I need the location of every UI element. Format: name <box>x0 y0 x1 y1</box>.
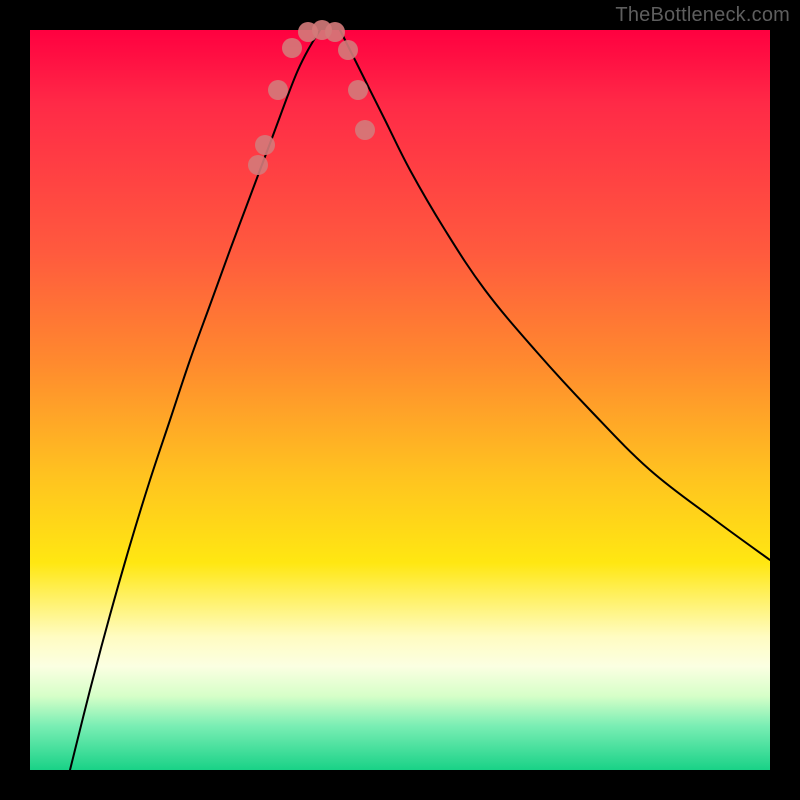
marker-markers <box>325 22 345 42</box>
plot-area <box>30 30 770 770</box>
marker-markers <box>255 135 275 155</box>
marker-markers <box>348 80 368 100</box>
curve-right_curve <box>340 30 770 560</box>
watermark-text: TheBottleneck.com <box>615 4 790 27</box>
chart-svg <box>30 30 770 770</box>
curve-left_curve <box>70 30 320 770</box>
chart-frame: TheBottleneck.com <box>0 0 800 800</box>
marker-markers <box>355 120 375 140</box>
marker-markers <box>248 155 268 175</box>
marker-markers <box>268 80 288 100</box>
marker-markers <box>282 38 302 58</box>
marker-markers <box>338 40 358 60</box>
